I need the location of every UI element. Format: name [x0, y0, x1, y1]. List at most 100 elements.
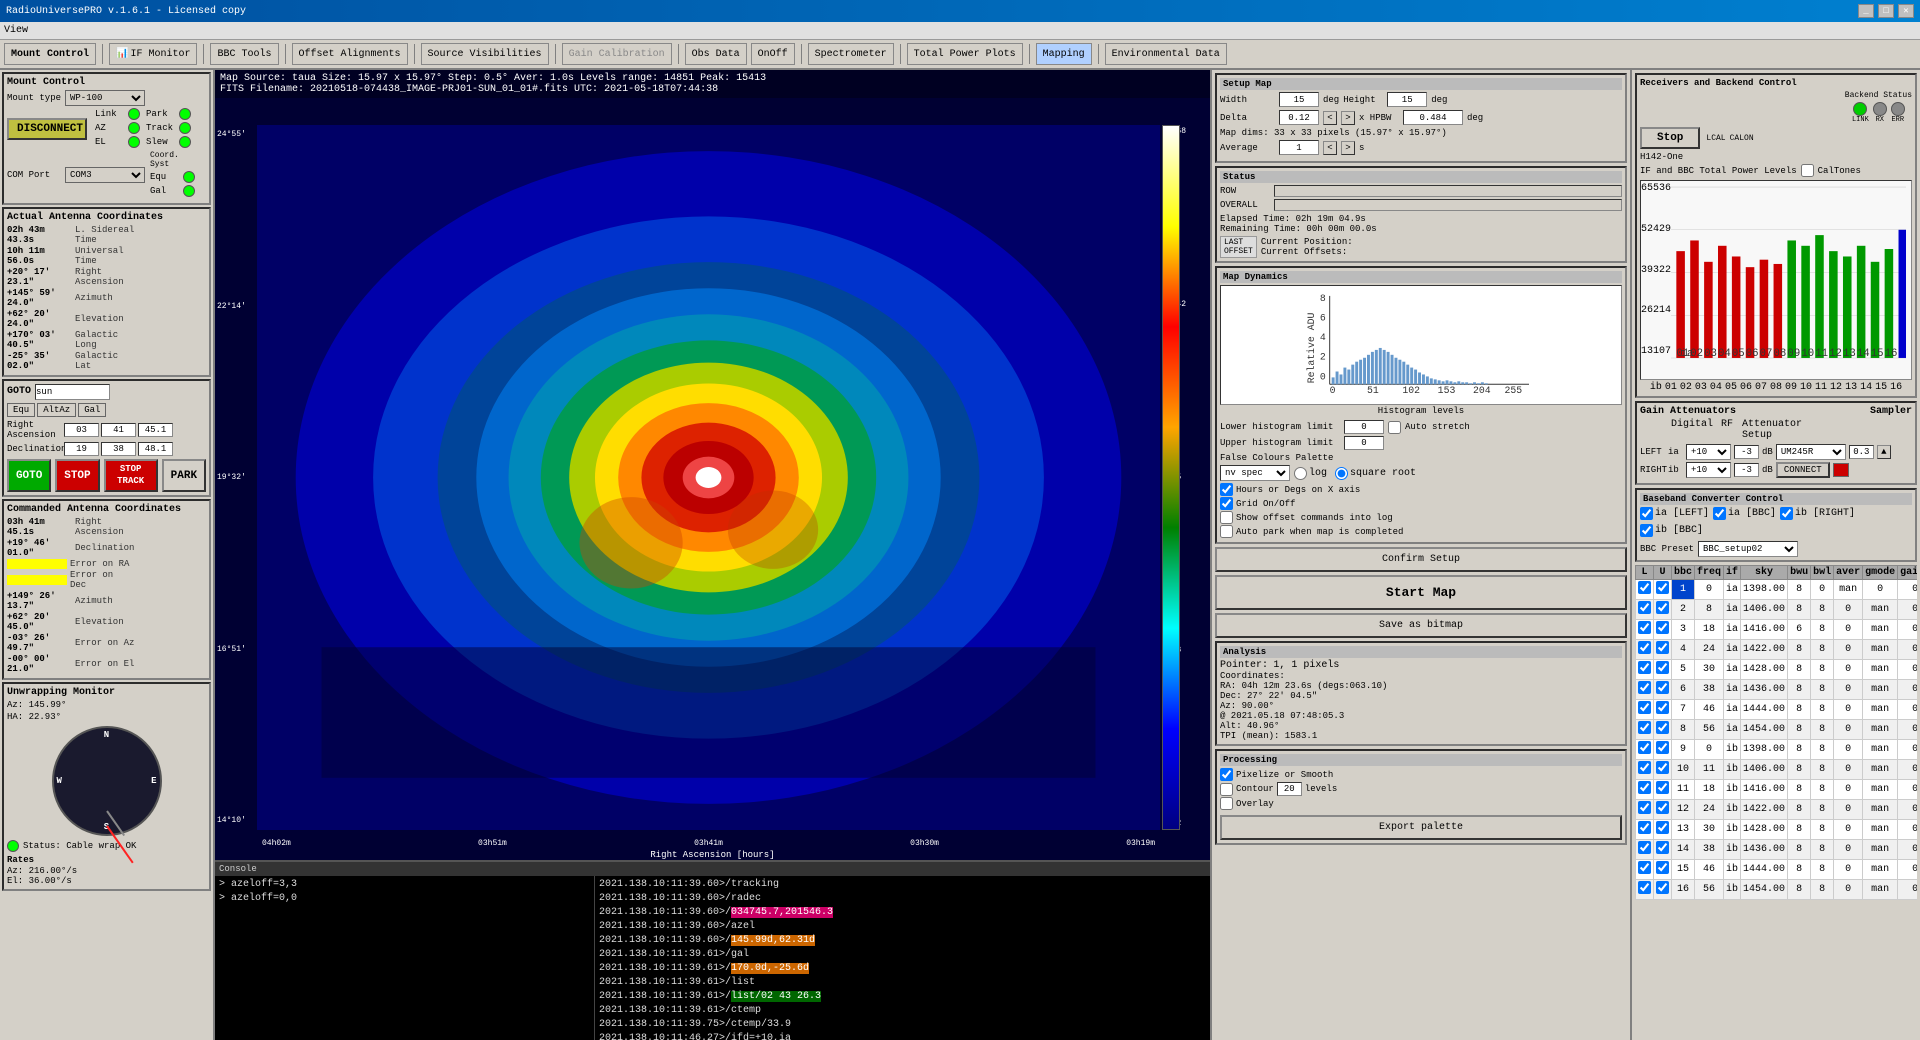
show-offset-checkbox[interactable]	[1220, 511, 1233, 524]
toolbar-spectrometer[interactable]: Spectrometer	[808, 43, 894, 65]
min2-input[interactable]	[101, 442, 136, 456]
left-digital-select[interactable]: +10	[1686, 444, 1731, 460]
auto-stretch-checkbox[interactable]	[1388, 421, 1401, 434]
left-sampler-up-btn[interactable]: ▲	[1877, 445, 1891, 459]
ib-bbc-checkbox[interactable]	[1640, 524, 1653, 537]
toolbar-if-monitor[interactable]: 📊 IF Monitor	[109, 43, 197, 65]
ch-u-checkbox-1[interactable]	[1656, 601, 1669, 614]
bbc-preset-select[interactable]: BBC_setup02	[1698, 541, 1798, 557]
avg-right-btn[interactable]: >	[1341, 141, 1355, 155]
maximize-button[interactable]: □	[1878, 4, 1894, 18]
ch-l-checkbox-15[interactable]	[1638, 881, 1651, 894]
ch-u-checkbox-12[interactable]	[1656, 821, 1669, 834]
delta-left-btn[interactable]: <	[1323, 111, 1337, 125]
tab-gal[interactable]: Gal	[78, 403, 106, 417]
ch-u-checkbox-3[interactable]	[1656, 641, 1669, 654]
ch-l-checkbox-12[interactable]	[1638, 821, 1651, 834]
ch-l-checkbox-10[interactable]	[1638, 781, 1651, 794]
hpbw-input[interactable]	[1403, 110, 1463, 125]
ib-right-checkbox[interactable]	[1780, 507, 1793, 520]
ch-u-checkbox-6[interactable]	[1656, 701, 1669, 714]
auto-park-checkbox[interactable]	[1220, 525, 1233, 538]
log-radio[interactable]	[1294, 467, 1307, 480]
ch-l-checkbox-1[interactable]	[1638, 601, 1651, 614]
toolbar-obs-data[interactable]: Obs Data	[685, 43, 747, 65]
tab-equ[interactable]: Equ	[7, 403, 35, 417]
ch-l-checkbox-2[interactable]	[1638, 621, 1651, 634]
toolbar-gain-calibration[interactable]: Gain Calibration	[562, 43, 672, 65]
ch-l-checkbox-4[interactable]	[1638, 661, 1651, 674]
ch-u-checkbox-13[interactable]	[1656, 841, 1669, 854]
toolbar-bbc-tools[interactable]: BBC Tools	[210, 43, 278, 65]
ch-u-checkbox-10[interactable]	[1656, 781, 1669, 794]
toolbar-environmental-data[interactable]: Environmental Data	[1105, 43, 1227, 65]
left-rf-input[interactable]	[1734, 445, 1759, 459]
ch-l-checkbox-8[interactable]	[1638, 741, 1651, 754]
lower-limit-input[interactable]	[1344, 420, 1384, 434]
toolbar-on-off[interactable]: OnOff	[751, 43, 795, 65]
goto-button[interactable]: GOTO	[7, 459, 51, 492]
stop-track-button[interactable]: STOPTRACK	[104, 459, 158, 492]
connect-button[interactable]: CONNECT	[1776, 462, 1830, 478]
disconnect-button[interactable]: DISCONNECT	[7, 118, 87, 140]
mount-type-select[interactable]: WP-100	[65, 90, 145, 106]
contour-levels-input[interactable]	[1277, 782, 1302, 796]
toolbar-total-power-plots[interactable]: Total Power Plots	[907, 43, 1023, 65]
palette-select[interactable]: nv spec	[1220, 465, 1290, 481]
hours-degs-checkbox[interactable]	[1220, 483, 1233, 496]
save-bitmap-button[interactable]: Save as bitmap	[1215, 613, 1627, 638]
toolbar-source-visibilities[interactable]: Source Visibilities	[421, 43, 549, 65]
delta-input[interactable]	[1279, 110, 1319, 125]
ch-u-checkbox-14[interactable]	[1656, 861, 1669, 874]
minimize-button[interactable]: _	[1858, 4, 1874, 18]
left-att-setup-select[interactable]: UM245R	[1776, 444, 1846, 460]
overlay-checkbox[interactable]	[1220, 797, 1233, 810]
deg-input[interactable]	[64, 442, 99, 456]
export-palette-button[interactable]: Export palette	[1220, 815, 1622, 840]
cal-tones-checkbox[interactable]	[1801, 164, 1814, 177]
width-input[interactable]	[1279, 92, 1319, 107]
stop-large-button[interactable]: Stop	[1640, 127, 1700, 149]
park-button[interactable]: PARK	[162, 459, 206, 492]
ch-l-checkbox-9[interactable]	[1638, 761, 1651, 774]
com-port-select[interactable]: COM3	[65, 167, 145, 183]
ch-l-checkbox-13[interactable]	[1638, 841, 1651, 854]
ch-u-checkbox-4[interactable]	[1656, 661, 1669, 674]
ch-u-checkbox-7[interactable]	[1656, 721, 1669, 734]
left-sampler-input[interactable]	[1849, 445, 1874, 459]
ch-u-checkbox-5[interactable]	[1656, 681, 1669, 694]
ch-l-checkbox-0[interactable]	[1638, 581, 1651, 594]
goto-input[interactable]	[35, 384, 110, 400]
height-input[interactable]	[1387, 92, 1427, 107]
right-rf-input[interactable]	[1734, 463, 1759, 477]
hour-input[interactable]	[64, 423, 99, 437]
ia-left-checkbox[interactable]	[1640, 507, 1653, 520]
right-digital-select[interactable]: +10	[1686, 462, 1731, 478]
confirm-setup-button[interactable]: Confirm Setup	[1215, 547, 1627, 572]
stop-button[interactable]: STOP	[55, 459, 99, 492]
ch-u-checkbox-0[interactable]	[1656, 581, 1669, 594]
grid-checkbox[interactable]	[1220, 497, 1233, 510]
ia-bbc-checkbox[interactable]	[1713, 507, 1726, 520]
toolbar-mapping[interactable]: Mapping	[1036, 43, 1092, 65]
ch-l-checkbox-11[interactable]	[1638, 801, 1651, 814]
delta-right-btn[interactable]: >	[1341, 111, 1355, 125]
ch-l-checkbox-7[interactable]	[1638, 721, 1651, 734]
ch-l-checkbox-5[interactable]	[1638, 681, 1651, 694]
pixelize-checkbox[interactable]	[1220, 768, 1233, 781]
avg-left-btn[interactable]: <	[1323, 141, 1337, 155]
average-input[interactable]	[1279, 140, 1319, 155]
ch-u-checkbox-9[interactable]	[1656, 761, 1669, 774]
toolbar-offset-alignments[interactable]: Offset Alignments	[292, 43, 408, 65]
tab-altaz[interactable]: AltAz	[37, 403, 76, 417]
upper-limit-input[interactable]	[1344, 436, 1384, 450]
ch-l-checkbox-6[interactable]	[1638, 701, 1651, 714]
close-button[interactable]: ✕	[1898, 4, 1914, 18]
ch-u-checkbox-11[interactable]	[1656, 801, 1669, 814]
contour-checkbox[interactable]	[1220, 783, 1233, 796]
start-map-button[interactable]: Start Map	[1215, 575, 1627, 610]
ch-l-checkbox-14[interactable]	[1638, 861, 1651, 874]
ch-u-checkbox-15[interactable]	[1656, 881, 1669, 894]
sec2-input[interactable]	[138, 442, 173, 456]
sqrt-radio[interactable]	[1335, 467, 1348, 480]
